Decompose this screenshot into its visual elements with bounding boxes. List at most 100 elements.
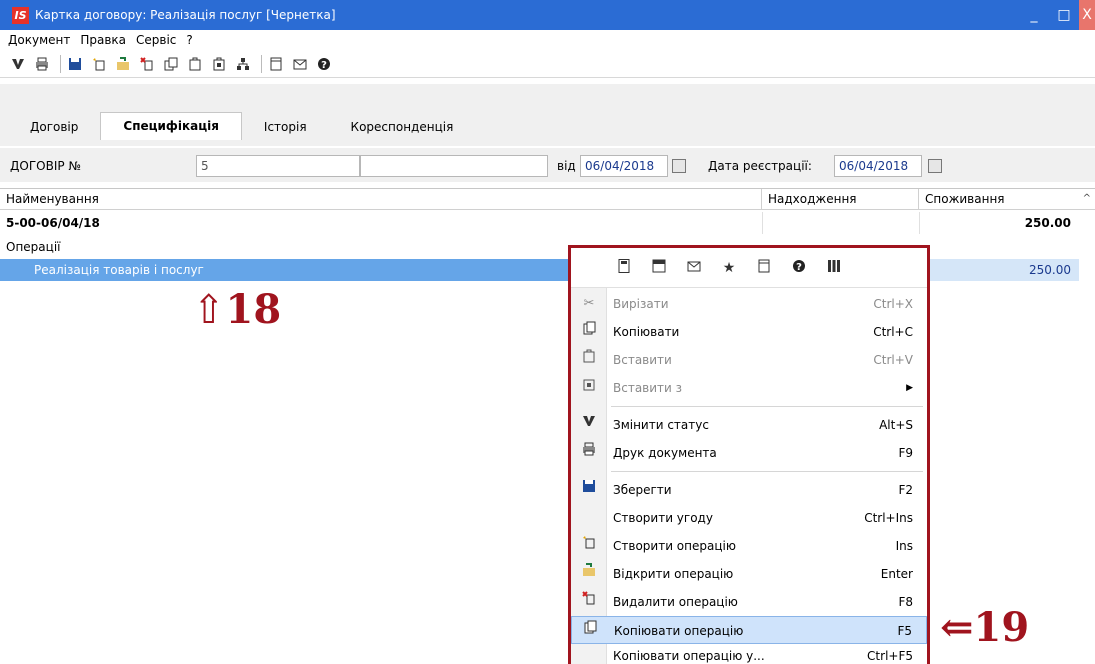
menu-item-label: Змінити статус [613, 418, 709, 432]
menu-item-label: Зберегти [613, 483, 672, 497]
delete-operation-icon [579, 588, 599, 616]
delete-icon[interactable] [137, 54, 157, 74]
copy-icon [579, 318, 599, 346]
registration-date-field[interactable]: 06/04/2018 [834, 155, 922, 177]
star-icon[interactable]: ★ [718, 260, 740, 276]
calendar-icon[interactable] [648, 259, 670, 277]
svg-text:?: ? [321, 60, 327, 71]
create-icon[interactable] [89, 54, 109, 74]
menu-item-shortcut: Ctrl+Ins [864, 511, 913, 525]
from-date-label: від [557, 159, 576, 173]
menu-item-paste[interactable]: Вставити Ctrl+V [571, 346, 927, 374]
menu-item-label: Друк документа [613, 446, 717, 460]
status-icon[interactable] [8, 54, 28, 74]
menu-separator [611, 471, 923, 472]
open-operation-icon [579, 560, 599, 588]
open-icon[interactable] [113, 54, 133, 74]
menu-item-label: Відкрити операцію [613, 567, 734, 581]
cut-icon: ✂ [583, 296, 595, 311]
scroll-up-icon[interactable]: ^ [1083, 193, 1091, 204]
menu-item-label: Створити угоду [613, 511, 713, 525]
column-header-consumption[interactable]: Споживання [919, 189, 1079, 210]
tab-contract[interactable]: Договір [8, 116, 100, 140]
menu-item-shortcut: Ctrl+C [873, 325, 913, 339]
menu-item-shortcut: F8 [898, 595, 913, 609]
copy-icon[interactable] [161, 54, 181, 74]
toolbar: ? [0, 50, 1095, 78]
annotation-18: ⇧18 [192, 286, 282, 333]
menu-item-label: Видалити операцію [613, 595, 738, 609]
mail-icon[interactable] [683, 259, 705, 277]
paste-icon [579, 346, 599, 374]
menu-item-label: Вставити [613, 353, 672, 367]
menu-item-shortcut: F9 [898, 446, 913, 460]
column-header-name[interactable]: Найменування [0, 189, 762, 210]
save-icon [579, 476, 599, 504]
row-consumption: 250.00 [919, 259, 1079, 281]
annotation-19: ⇐19 [940, 604, 1030, 651]
table-row-selected[interactable]: Реалізація товарів і послуг 250.00 [0, 259, 1095, 281]
row-name: 5-00-06/04/18 [6, 216, 100, 230]
paste-icon[interactable] [209, 54, 229, 74]
print-icon[interactable] [32, 54, 52, 74]
menu-document[interactable]: Документ [8, 33, 70, 47]
close-button[interactable]: X [1079, 0, 1095, 30]
calculator-icon[interactable] [613, 258, 635, 277]
menu-help[interactable]: ? [186, 33, 192, 47]
title-bar: IS Картка договору: Реалізація послуг [Ч… [0, 0, 1095, 30]
tab-history[interactable]: Історія [242, 116, 329, 140]
menu-edit[interactable]: Правка [80, 33, 126, 47]
row-consumption [919, 236, 1079, 258]
menu-item-shortcut: Enter [880, 567, 913, 581]
calendar-icon[interactable] [672, 159, 686, 173]
row-income [762, 212, 919, 234]
copy-to-icon[interactable] [185, 54, 205, 74]
contract-number-field[interactable]: 5 [196, 155, 360, 177]
calendar-icon[interactable] [928, 159, 942, 173]
columns-icon[interactable] [823, 259, 845, 277]
menu-item-save[interactable]: Зберегти F2 [571, 476, 927, 504]
menu-item-label: Вирізати [613, 297, 669, 311]
row-consumption: 250.00 [919, 212, 1079, 234]
menu-item-delete-operation[interactable]: Видалити операцію F8 [571, 588, 927, 616]
copy-operation-icon [580, 617, 600, 645]
menu-item-paste-from[interactable]: Вставити з ▶ [571, 374, 927, 402]
window-title: Картка договору: Реалізація послуг [Черн… [35, 8, 336, 22]
menu-item-create-operation[interactable]: Створити операцію Ins [571, 532, 927, 560]
table-row[interactable]: 5-00-06/04/18 250.00 [0, 212, 1095, 234]
maximize-button[interactable]: □ [1049, 0, 1079, 30]
minimize-button[interactable]: _ [1019, 0, 1049, 30]
menu-service[interactable]: Сервіс [136, 33, 176, 47]
toolbar-separator [60, 54, 61, 73]
tree-icon[interactable] [233, 54, 253, 74]
menu-item-create-agreement[interactable]: Створити угоду Ctrl+Ins [571, 504, 927, 532]
specification-grid: Найменування Надходження Споживання ^ 5-… [0, 188, 1095, 664]
help-icon[interactable]: ? [314, 54, 334, 74]
save-icon[interactable] [65, 54, 85, 74]
menu-item-cut[interactable]: ✂ Вирізати Ctrl+X [571, 290, 927, 318]
tab-correspondence[interactable]: Кореспонденція [329, 116, 476, 140]
from-date-field[interactable]: 06/04/2018 [580, 155, 668, 177]
window-controls: _ □ X [1019, 0, 1095, 30]
mail-icon[interactable] [290, 54, 310, 74]
paste-from-icon [579, 374, 599, 402]
menu-item-copy-operation-to[interactable]: Копіювати операцію у... Ctrl+F5 [571, 644, 927, 664]
tab-specification[interactable]: Специфікація [100, 112, 242, 140]
app-logo-icon: IS [12, 6, 29, 24]
menu-item-open-operation[interactable]: Відкрити операцію Enter [571, 560, 927, 588]
menu-item-copy[interactable]: Копіювати Ctrl+C [571, 318, 927, 346]
menu-item-copy-operation[interactable]: Копіювати операцію F5 [571, 616, 927, 644]
menu-item-label: Створити операцію [613, 539, 736, 553]
window-icon[interactable] [753, 259, 775, 277]
window-icon[interactable] [266, 54, 286, 74]
create-operation-icon [579, 532, 599, 560]
help-icon[interactable]: ? [788, 259, 810, 277]
tab-strip: Договір Специфікація Історія Кореспонден… [0, 84, 1095, 146]
menu-item-print[interactable]: Друк документа F9 [571, 439, 927, 467]
contract-extra-field[interactable] [360, 155, 548, 177]
submenu-arrow-icon: ▶ [906, 383, 913, 393]
column-header-income[interactable]: Надходження [762, 189, 919, 210]
table-row[interactable]: Операції [0, 236, 1095, 258]
menu-item-change-status[interactable]: Змінити статус Alt+S [571, 411, 927, 439]
svg-text:?: ? [796, 262, 802, 273]
